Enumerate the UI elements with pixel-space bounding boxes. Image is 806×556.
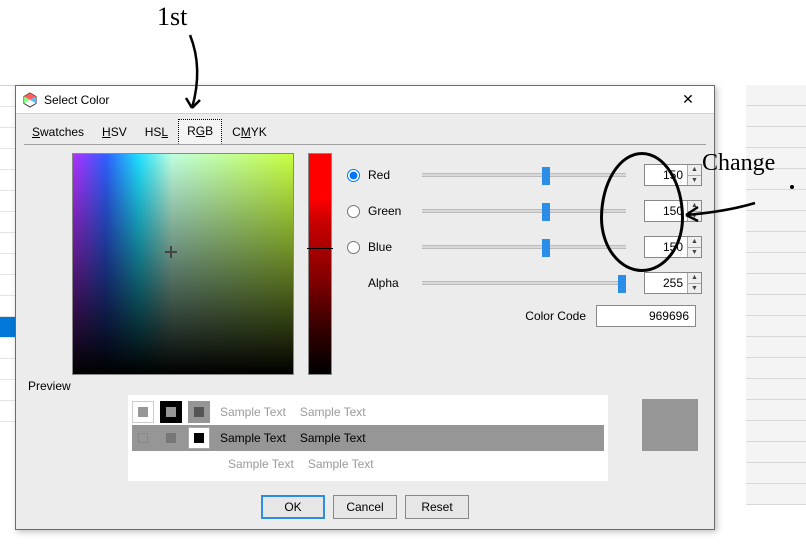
tab-cmyk[interactable]: CMYK: [224, 121, 275, 144]
sample-text: Sample Text: [296, 405, 370, 419]
background-right-column: [746, 85, 806, 545]
blue-spinner[interactable]: 150: [645, 240, 687, 254]
colorcode-input[interactable]: [596, 305, 696, 327]
preview-patch: [642, 399, 698, 451]
green-slider[interactable]: [422, 209, 626, 213]
red-spinner[interactable]: 150: [645, 168, 687, 182]
crosshair-icon: [165, 246, 177, 258]
alpha-label: Alpha: [368, 276, 414, 290]
green-spinner[interactable]: 150: [645, 204, 687, 218]
blue-up-icon[interactable]: ▲: [688, 237, 701, 248]
blue-label: Blue: [368, 240, 414, 254]
color-picker-dialog: Select Color ✕ Swatches HSV HSL RGB CMYK…: [15, 85, 715, 530]
blue-down-icon[interactable]: ▼: [688, 248, 701, 258]
red-slider[interactable]: [422, 173, 626, 177]
blue-slider[interactable]: [422, 245, 626, 249]
color-gradient[interactable]: [72, 153, 294, 375]
swatch-icon: [160, 401, 182, 423]
sample-text: Sample Text: [304, 457, 378, 471]
tab-hsv[interactable]: HSV: [94, 121, 135, 144]
alpha-spinner[interactable]: 255: [645, 276, 687, 290]
cancel-button[interactable]: Cancel: [333, 495, 397, 519]
red-down-icon[interactable]: ▼: [688, 176, 701, 186]
green-label: Green: [368, 204, 414, 218]
swatch-icon: [188, 401, 210, 423]
annotation-dot-icon: [790, 185, 794, 189]
swatch-icon: [160, 427, 182, 449]
colorcode-label: Color Code: [525, 309, 586, 323]
alpha-down-icon[interactable]: ▼: [688, 284, 701, 294]
sample-text: Sample Text: [216, 405, 290, 419]
green-down-icon[interactable]: ▼: [688, 212, 701, 222]
red-radio[interactable]: [347, 169, 360, 182]
titlebar: Select Color ✕: [16, 86, 714, 114]
close-button[interactable]: ✕: [668, 86, 708, 113]
green-radio[interactable]: [347, 205, 360, 218]
swatch-icon: [132, 401, 154, 423]
alpha-up-icon[interactable]: ▲: [688, 273, 701, 284]
blue-radio[interactable]: [347, 241, 360, 254]
background-left-column: [0, 85, 15, 545]
preview-panel: Sample Text Sample Text Sample Text Samp…: [128, 395, 608, 481]
alpha-slider[interactable]: [422, 281, 626, 285]
reset-button[interactable]: Reset: [405, 495, 469, 519]
ok-button[interactable]: OK: [261, 495, 325, 519]
app-icon: [22, 92, 38, 108]
swatch-icon: [188, 427, 210, 449]
swatch-icon: [132, 427, 154, 449]
tab-bar: Swatches HSV HSL RGB CMYK: [16, 114, 714, 144]
sample-text: Sample Text: [216, 431, 290, 445]
sample-text: Sample Text: [296, 431, 370, 445]
green-up-icon[interactable]: ▲: [688, 201, 701, 212]
red-up-icon[interactable]: ▲: [688, 165, 701, 176]
hue-slider[interactable]: [308, 153, 332, 375]
red-label: Red: [368, 168, 414, 182]
tab-rgb[interactable]: RGB: [178, 119, 222, 144]
dialog-title: Select Color: [44, 93, 109, 107]
tab-hsl[interactable]: HSL: [137, 121, 176, 144]
annotation-1st: 1st: [157, 2, 187, 32]
tab-swatches[interactable]: Swatches: [24, 121, 92, 144]
preview-label: Preview: [28, 375, 702, 395]
sample-text: Sample Text: [224, 457, 298, 471]
